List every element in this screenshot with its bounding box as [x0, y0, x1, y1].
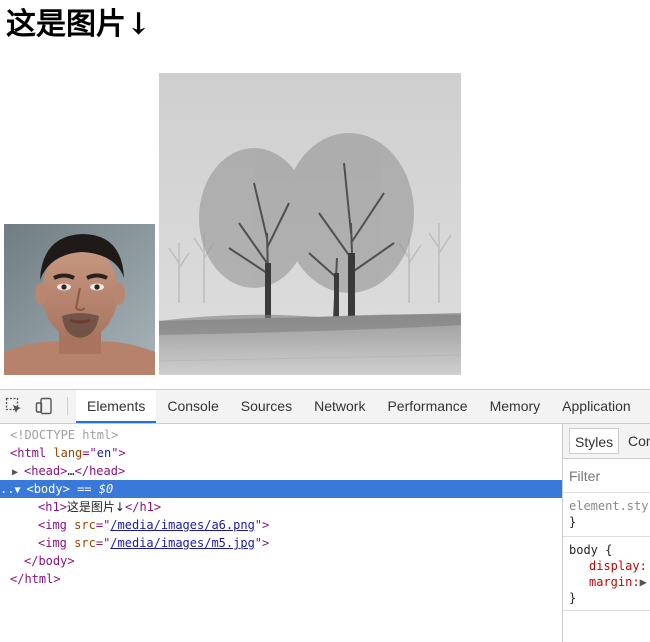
h1-tag-name: h1 — [45, 500, 60, 514]
css-prop-display[interactable]: display: — [589, 558, 647, 574]
cursor-inspect-icon[interactable] — [4, 396, 24, 416]
elements-dom-tree: <!DOCTYPE html> <html lang="en"> ▶ <head>… — [0, 424, 562, 642]
html-tag-name: html — [17, 446, 47, 460]
img2-src-link[interactable]: /media/images/m5.jpg — [110, 536, 255, 550]
tab-memory[interactable]: Memory — [479, 390, 552, 423]
img1-tag-name: img — [45, 518, 67, 532]
dom-line-body-close[interactable]: </body> — [0, 552, 562, 570]
head-ellipsis: … — [67, 464, 75, 478]
devtools-tabs: Elements Console Sources Network Perform… — [76, 390, 642, 423]
tab-application[interactable]: Application — [551, 390, 642, 423]
selected-node-marker: == $0 — [77, 482, 114, 496]
expand-arrow-icon[interactable]: ▶ — [640, 575, 647, 589]
dom-line-h1[interactable]: <h1>这是图片↓</h1> — [0, 498, 562, 516]
body-close-tag-name: body — [38, 554, 68, 568]
html-attr-value: en — [96, 446, 112, 460]
devtools-toolbar: Elements Console Sources Network Perform… — [0, 390, 650, 424]
doctype-text: <!DOCTYPE html> — [10, 428, 119, 442]
styles-filter-input[interactable]: Filter — [569, 468, 600, 484]
dom-line-html[interactable]: <html lang="en"> — [0, 444, 562, 462]
dom-line-html-close[interactable]: </html> — [0, 570, 562, 588]
tab-computed[interactable]: Com — [623, 428, 650, 454]
h1-close-tag-name: h1 — [139, 500, 154, 514]
css-prop-margin[interactable]: margin:▶ — [589, 574, 647, 590]
img2-tag-name: img — [45, 536, 67, 550]
img2-attr-name: src — [74, 536, 96, 550]
styles-tabs: Styles Com — [563, 424, 650, 459]
dom-line-img-1[interactable]: <img src="/media/images/a6.png"> — [0, 516, 562, 534]
dom-line-img-2[interactable]: <img src="/media/images/m5.jpg"> — [0, 534, 562, 552]
img1-attr-name: src — [74, 518, 96, 532]
img1-src-link[interactable]: /media/images/a6.png — [110, 518, 255, 532]
html-close-tag-name: html — [24, 572, 54, 586]
body-tag-name: body — [33, 482, 63, 496]
head-tag-name: head — [31, 464, 61, 478]
dom-line-head[interactable]: ▶ <head>…</head> — [0, 462, 562, 480]
h1-text-content: 这是图片↓ — [66, 500, 125, 514]
styles-divider — [563, 492, 650, 493]
head-close-tag-name: head — [89, 464, 118, 478]
tab-sources[interactable]: Sources — [230, 390, 303, 423]
html-attr-name: lang — [53, 446, 83, 460]
dom-line-body-selected[interactable]: ..▼ <body> == $0 — [0, 480, 562, 498]
tab-console[interactable]: Console — [156, 390, 229, 423]
styles-sidebar: Styles Com Filter element.sty } body { d… — [562, 424, 650, 642]
body-rule-selector: body { — [569, 543, 613, 557]
tab-elements[interactable]: Elements — [76, 390, 157, 423]
selected-dots: .. — [0, 482, 15, 496]
landscape-trees-photo — [159, 73, 461, 375]
devtools-panel: Elements Console Sources Network Perform… — [0, 389, 650, 642]
tab-performance[interactable]: Performance — [376, 390, 478, 423]
tab-styles[interactable]: Styles — [569, 428, 620, 454]
dom-line-doctype[interactable]: <!DOCTYPE html> — [0, 426, 562, 444]
toolbar-separator — [67, 397, 68, 415]
tab-network[interactable]: Network — [303, 390, 376, 423]
rendered-page: 这是图片↓ — [0, 0, 650, 389]
body-rule-close-brace: } — [569, 591, 577, 605]
page-heading: 这是图片↓ — [6, 7, 152, 42]
styles-divider-3 — [563, 610, 650, 611]
portrait-photo — [4, 224, 155, 375]
element-style-selector: element.sty — [569, 499, 649, 513]
element-style-close-brace: } — [569, 515, 577, 529]
styles-divider-2 — [563, 536, 650, 537]
device-toggle-icon[interactable] — [34, 396, 54, 416]
